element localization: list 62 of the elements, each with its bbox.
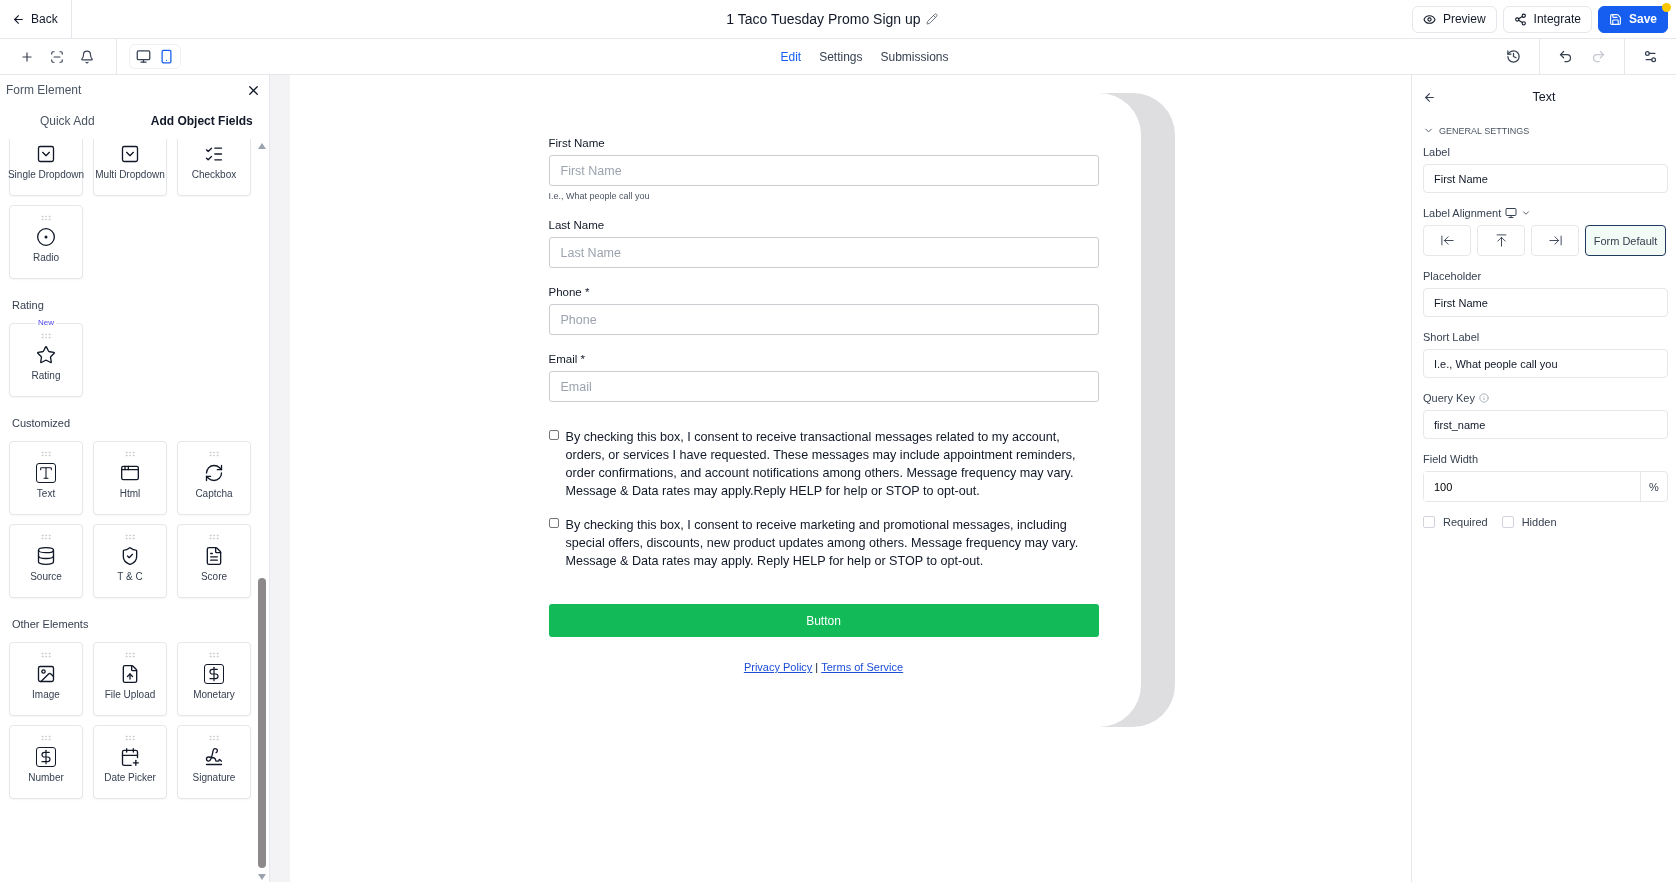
nav-tab[interactable]: Settings [819, 49, 863, 64]
element-tile[interactable]: Signature [177, 725, 251, 799]
input-field[interactable]: I.e., What people call you [1423, 349, 1668, 378]
field-hint: I.e., What people call you [548, 191, 651, 201]
input-field[interactable]: First Name [1423, 164, 1668, 193]
consent-text: By checking this box, I consent to receive transactional messages related to my account, orders, or services I have requested. These messages may include appointment reminders, order confirmations, and account notifications among others. Message frequency may vary. Message & Data rates may apply.Reply HELP for help or STOP to opt-out. [565, 429, 1077, 500]
panel-title: Form Element [6, 83, 82, 97]
element-tile[interactable]: File Upload [93, 642, 167, 716]
field-label: Last Name [548, 219, 606, 231]
checkbox-label: Required [1443, 516, 1488, 528]
unit-label: % [1648, 479, 1660, 495]
section-title: Rating [11, 298, 45, 313]
section-title: Other Elements [11, 617, 90, 632]
element-tile[interactable]: Text [9, 441, 83, 515]
field-label: Placeholder [1423, 270, 1483, 282]
element-tile[interactable]: T & C [93, 524, 167, 598]
preview-button[interactable]: Preview [1411, 5, 1497, 33]
input-field[interactable]: Last Name [548, 237, 1099, 268]
field-label: Email * [548, 353, 586, 365]
field-label: Short Label [1423, 331, 1481, 343]
form-title: 1 Taco Tuesday Promo Sign up [726, 11, 921, 27]
field-label: Label [1423, 146, 1451, 158]
element-tile[interactable]: Html [93, 441, 167, 515]
element-tile[interactable]: Checkbox [177, 139, 251, 196]
input-field[interactable]: Phone [548, 304, 1099, 335]
new-badge: New [36, 318, 56, 327]
element-tile[interactable]: Multi Dropdown [93, 139, 167, 196]
alignment-button[interactable]: Form Default [1585, 225, 1666, 256]
field-label: Label Alignment [1423, 207, 1502, 219]
nav-tab[interactable]: Submissions [880, 49, 949, 64]
save-button[interactable]: Save [1597, 5, 1668, 33]
nav-tab[interactable]: Edit [780, 49, 802, 64]
element-tile[interactable]: Source [9, 524, 83, 598]
element-tile[interactable]: Number [9, 725, 83, 799]
checkbox-label: Hidden [1521, 516, 1557, 528]
input-field[interactable]: First Name [1423, 288, 1668, 317]
width-field[interactable]: 100 % [1423, 471, 1668, 502]
section-title: Customized [11, 416, 72, 431]
input-field[interactable]: First Name [548, 155, 1099, 186]
section-header[interactable]: GENERAL SETTINGS [1423, 125, 1668, 136]
panel-tab[interactable]: Quick Add [0, 103, 135, 139]
field-label: Phone * [548, 286, 591, 298]
field-label: Query Key [1423, 392, 1475, 404]
element-tile[interactable]: Radio [9, 205, 83, 279]
input-field[interactable]: first_name [1423, 410, 1668, 439]
terms-link[interactable]: Terms of Service [821, 661, 904, 673]
element-tile[interactable]: Monetary [177, 642, 251, 716]
element-tile[interactable]: Date Picker [93, 725, 167, 799]
back-button[interactable]: Back [0, 0, 72, 38]
input-field[interactable]: Email [548, 371, 1099, 402]
consent-text: By checking this box, I consent to receive marketing and promotional messages, including special offers, discounts, new product updates among others. Message frequency may vary. Message & Data rates may apply. Reply HELP for help or STOP to opt-out. [565, 517, 1080, 570]
element-tile[interactable]: Score [177, 524, 251, 598]
element-tile[interactable]: Image [9, 642, 83, 716]
field-label: Field Width [1423, 453, 1480, 465]
link-separator: | [815, 661, 819, 673]
integrate-button[interactable]: Integrate [1502, 5, 1592, 33]
panel-title: Text [1531, 90, 1557, 104]
panel-tab[interactable]: Add Object Fields [134, 103, 269, 139]
element-tile[interactable]: Single Dropdown [9, 139, 83, 196]
field-label: First Name [548, 137, 606, 149]
element-tile[interactable]: Captcha [177, 441, 251, 515]
privacy-link[interactable]: Privacy Policy [743, 661, 813, 673]
